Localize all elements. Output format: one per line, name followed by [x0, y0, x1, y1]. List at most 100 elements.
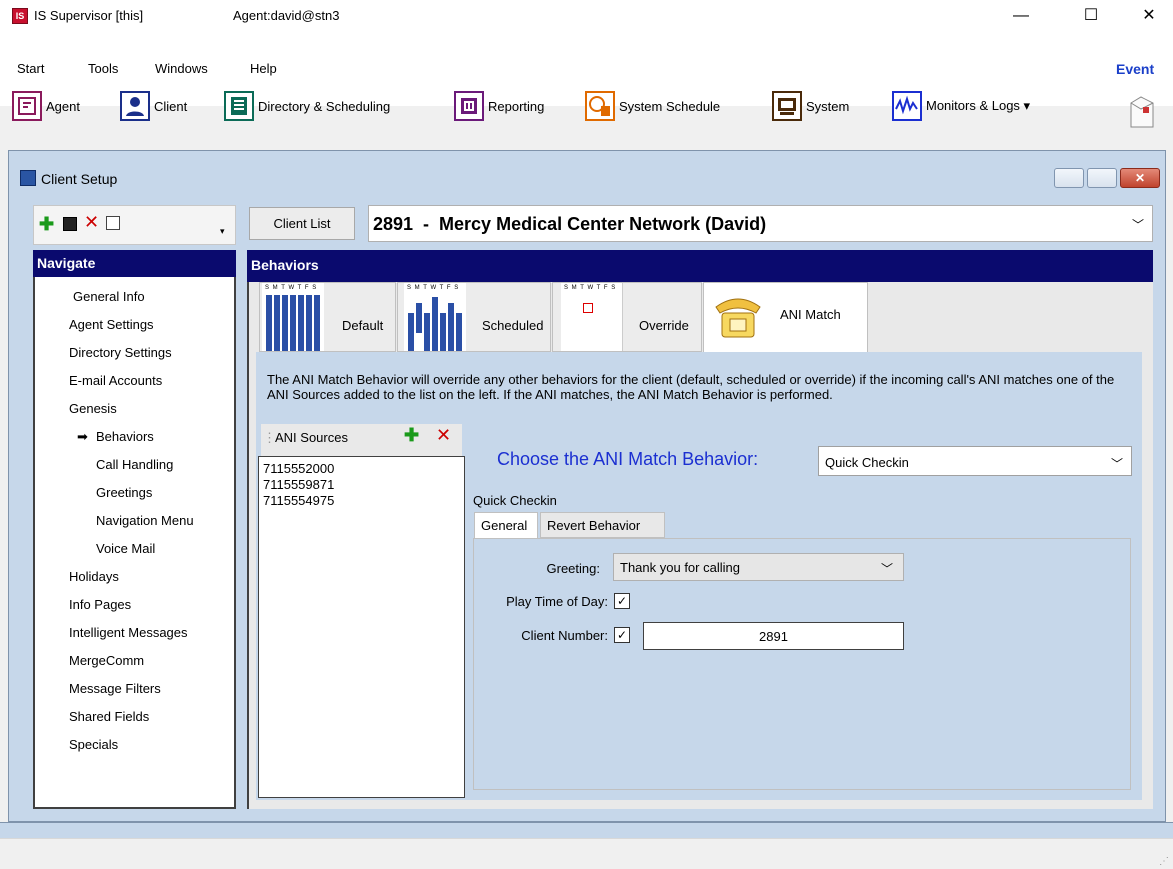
tab-ani-match[interactable]: ANI Match	[703, 282, 868, 354]
nav-genesis[interactable]: Genesis	[69, 401, 117, 416]
toolbar-overflow-icon[interactable]: ▾	[220, 226, 225, 237]
nav-mergecomm[interactable]: MergeComm	[69, 653, 144, 668]
system-icon	[772, 91, 802, 121]
toolbar-system-schedule-label: System Schedule	[619, 98, 721, 114]
directory-icon	[224, 91, 254, 121]
nav-shared-fields[interactable]: Shared Fields	[69, 709, 149, 724]
copy-icon[interactable]	[106, 216, 120, 230]
remove-ani-icon[interactable]: ✕	[436, 425, 451, 446]
app-logo-icon: IS	[12, 8, 28, 24]
client-setup-title: Client Setup	[41, 171, 118, 187]
toolbar-client-label: Client	[154, 98, 188, 114]
toolbar-system-schedule-button[interactable]: System Schedule	[585, 88, 720, 124]
chevron-down-icon: ﹀	[880, 562, 893, 576]
window-title: IS Supervisor [this]	[34, 8, 144, 23]
list-item[interactable]: 7115554975	[263, 493, 334, 508]
menu-start[interactable]: Start	[17, 61, 44, 76]
nav-email-accounts[interactable]: E-mail Accounts	[69, 373, 162, 388]
system-schedule-icon	[585, 91, 615, 121]
toolbar-agent-button[interactable]: Agent	[12, 88, 80, 124]
tab-override-label: Override	[639, 318, 689, 333]
choose-behavior-label: Choose the ANI Match Behavior:	[497, 449, 759, 469]
toolbar-reporting-button[interactable]: Reporting	[454, 88, 544, 124]
tab-default-label: Default	[342, 318, 384, 333]
toolbar-client-button[interactable]: Client	[120, 88, 187, 124]
nav-behaviors[interactable]: Behaviors	[96, 429, 154, 444]
reporting-icon	[454, 91, 484, 121]
greeting-value: Thank you for calling	[620, 560, 740, 575]
nav-message-filters[interactable]: Message Filters	[69, 681, 161, 696]
list-item[interactable]: 7115559871	[263, 477, 334, 492]
ani-sources-list[interactable]: 7115552000 7115559871 7115554975	[258, 456, 465, 798]
add-ani-icon[interactable]: ✚	[404, 425, 419, 446]
delete-icon[interactable]: ✕	[84, 212, 99, 233]
nav-agent-settings[interactable]: Agent Settings	[69, 317, 154, 332]
play-time-label: Play Time of Day:	[506, 594, 608, 609]
chevron-down-icon: ﹀	[1110, 457, 1123, 471]
nav-arrow-icon: ➡	[77, 429, 88, 444]
tab-general[interactable]: General	[474, 512, 538, 540]
client-number-label: Client Number:	[521, 628, 608, 643]
resize-grip-icon[interactable]: ⋰	[1159, 856, 1169, 867]
greeting-select[interactable]: Thank you for calling ﹀	[613, 553, 904, 581]
toolbar-reporting-label: Reporting	[488, 98, 545, 114]
mdi-bottom-border	[0, 822, 1173, 838]
toolbar-directory-label: Directory & Scheduling	[258, 98, 391, 114]
tab-override[interactable]: S M T W T F S Override	[552, 282, 702, 352]
cw-minimize-icon[interactable]	[1054, 168, 1084, 188]
navigate-list: General Info Agent Settings Directory Se…	[33, 277, 236, 809]
nav-navigation-menu[interactable]: Navigation Menu	[96, 513, 194, 528]
choose-behavior-value: Quick Checkin	[825, 455, 909, 470]
tab-scheduled-label: Scheduled	[482, 318, 544, 333]
tab-revert-behavior[interactable]: Revert Behavior	[540, 512, 665, 538]
nav-holidays[interactable]: Holidays	[69, 569, 119, 584]
nav-info-pages[interactable]: Info Pages	[69, 597, 131, 612]
toolbar-monitors-button[interactable]: Monitors & Logs ▾	[892, 88, 1030, 124]
nav-intelligent-messages[interactable]: Intelligent Messages	[69, 625, 188, 640]
client-number-input[interactable]: 2891	[643, 622, 904, 650]
override-calendar-icon: S M T W T F S	[561, 283, 623, 351]
ani-description: The ANI Match Behavior will override any…	[267, 372, 1115, 402]
behaviors-header: Behaviors	[247, 250, 1153, 282]
default-calendar-icon: S M T W T F S	[262, 283, 324, 351]
nav-specials[interactable]: Specials	[69, 737, 118, 752]
agent-label: Agent:david@stn3	[233, 8, 340, 23]
client-icon	[120, 91, 150, 121]
client-setup-icon	[20, 170, 36, 186]
menu-windows[interactable]: Windows	[155, 61, 208, 76]
close-icon[interactable]: ✕	[1126, 0, 1172, 31]
client-list-button[interactable]: Client List	[249, 207, 355, 240]
nav-greetings[interactable]: Greetings	[96, 485, 152, 500]
nav-call-handling[interactable]: Call Handling	[96, 457, 173, 472]
toolbar-agent-label: Agent	[46, 98, 80, 114]
nav-voice-mail[interactable]: Voice Mail	[96, 541, 155, 556]
tab-default[interactable]: S M T W T F S Default	[259, 282, 396, 352]
title-bar: IS IS Supervisor [this] Agent:david@stn3…	[0, 0, 1173, 31]
minimize-icon[interactable]: —	[998, 0, 1044, 31]
list-item[interactable]: 7115552000	[263, 461, 334, 476]
maximize-icon[interactable]: ☐	[1068, 0, 1114, 31]
navigate-header: Navigate	[33, 250, 236, 277]
nav-directory-settings[interactable]: Directory Settings	[69, 345, 172, 360]
quick-checkin-label: Quick Checkin	[473, 493, 557, 508]
toolbar-system-button[interactable]: System	[772, 88, 849, 124]
play-time-checkbox[interactable]: ✓	[614, 593, 630, 609]
ani-sources-toolbar: ⋮ ANI Sources ✚ ✕	[261, 424, 462, 456]
chevron-down-icon: ﹀	[1131, 218, 1144, 232]
event-link[interactable]: Event	[1116, 61, 1154, 77]
tab-ani-match-label: ANI Match	[780, 307, 841, 322]
cw-close-icon[interactable]: ✕	[1120, 168, 1160, 188]
save-icon[interactable]	[63, 217, 77, 231]
menu-help[interactable]: Help	[250, 61, 277, 76]
left-toolbar: ✚ ✕ ▾	[33, 205, 236, 245]
choose-behavior-select[interactable]: Quick Checkin ﹀	[818, 446, 1132, 476]
client-select[interactable]: 2891 - Mercy Medical Center Network (Dav…	[368, 205, 1153, 242]
tab-scheduled[interactable]: S M T W T F S Scheduled	[397, 282, 551, 352]
nav-general-info[interactable]: General Info	[73, 289, 145, 304]
cw-maximize-icon[interactable]	[1087, 168, 1117, 188]
document-icon[interactable]	[1127, 95, 1157, 129]
menu-tools[interactable]: Tools	[88, 61, 118, 76]
toolbar-directory-button[interactable]: Directory & Scheduling	[224, 88, 390, 124]
add-icon[interactable]: ✚	[39, 214, 54, 235]
client-number-checkbox[interactable]: ✓	[614, 627, 630, 643]
